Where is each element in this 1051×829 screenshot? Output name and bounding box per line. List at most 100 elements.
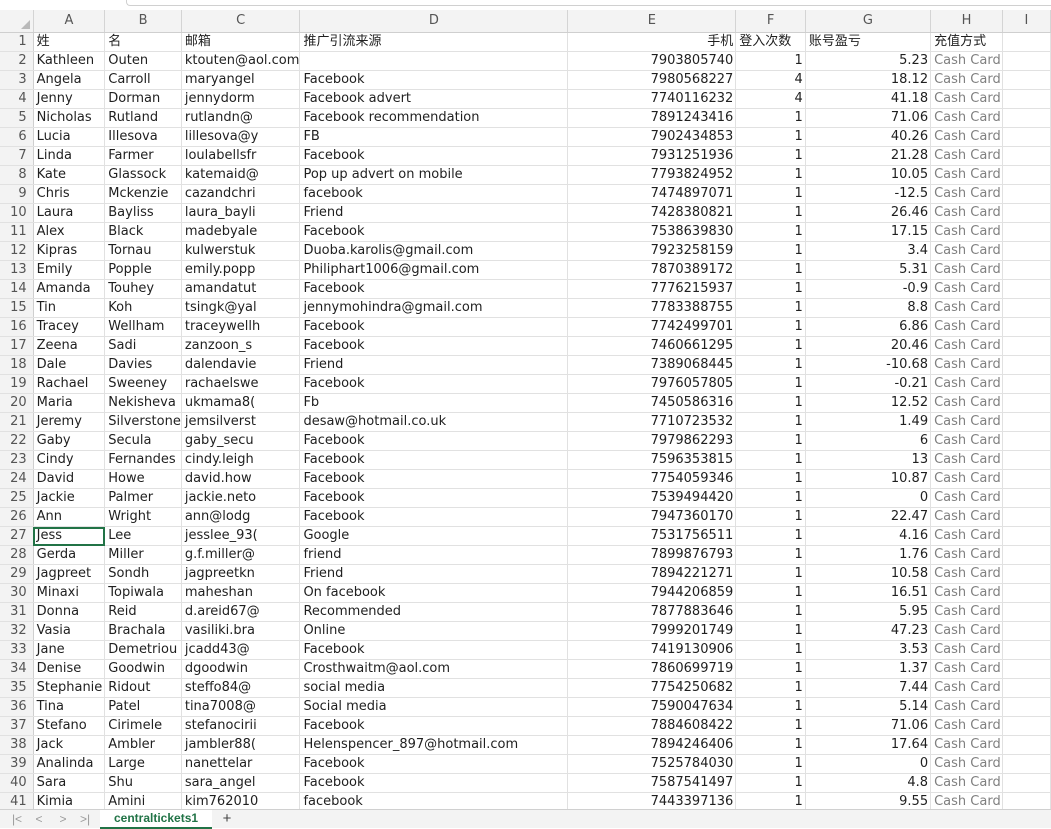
cell-b37[interactable]: Cirimele xyxy=(104,716,182,736)
cell-a18[interactable]: Dale xyxy=(33,355,106,375)
cell-a21[interactable]: Jeremy xyxy=(33,412,106,432)
cell-i34[interactable] xyxy=(1002,659,1051,679)
cell-g5[interactable]: 71.06 xyxy=(805,108,932,128)
cell-a30[interactable]: Minaxi xyxy=(33,583,106,603)
cell-c6[interactable]: lillesova@y xyxy=(181,127,301,147)
cell-d3[interactable]: Facebook xyxy=(299,70,569,90)
cell-c17[interactable]: zanzoon_s xyxy=(181,336,301,356)
next-sheet-icon[interactable]: > xyxy=(54,811,72,827)
cell-e33[interactable]: 7419130906 xyxy=(567,640,737,660)
cell-c27[interactable]: jesslee_93( xyxy=(181,526,301,546)
cell-i9[interactable] xyxy=(1002,184,1051,204)
column-header-f[interactable]: F xyxy=(735,10,806,33)
cell-e4[interactable]: 7740116232 xyxy=(567,89,737,109)
cell-b9[interactable]: Mckenzie xyxy=(104,184,182,204)
row-header[interactable]: 29 xyxy=(0,564,34,584)
cell-a19[interactable]: Rachael xyxy=(33,374,106,394)
cell-h19[interactable]: Cash Card xyxy=(930,374,1003,394)
cell-i5[interactable] xyxy=(1002,108,1051,128)
column-header-c[interactable]: C xyxy=(181,10,301,33)
row-header[interactable]: 33 xyxy=(0,640,34,660)
row-header[interactable]: 37 xyxy=(0,716,34,736)
row-header[interactable]: 12 xyxy=(0,241,34,261)
cell-c35[interactable]: steffo84@ xyxy=(181,678,301,698)
cell-f29[interactable]: 1 xyxy=(735,564,806,584)
cell-f27[interactable]: 1 xyxy=(735,526,806,546)
row-header[interactable]: 39 xyxy=(0,754,34,774)
cell-h27[interactable]: Cash Card xyxy=(930,526,1003,546)
row-header[interactable]: 27 xyxy=(0,526,34,546)
row-header[interactable]: 25 xyxy=(0,488,34,508)
cell-g19[interactable]: -0.21 xyxy=(805,374,932,394)
row-header[interactable]: 13 xyxy=(0,260,34,280)
cell-h2[interactable]: Cash Card xyxy=(930,51,1003,71)
cell-a14[interactable]: Amanda xyxy=(33,279,106,299)
cell-d17[interactable]: Facebook xyxy=(299,336,569,356)
cell-h14[interactable]: Cash Card xyxy=(930,279,1003,299)
cell-a27[interactable]: Jess xyxy=(33,526,106,546)
row-header[interactable]: 30 xyxy=(0,583,34,603)
cell-i36[interactable] xyxy=(1002,697,1051,717)
cell-i8[interactable] xyxy=(1002,165,1051,185)
cell-a35[interactable]: Stephanie xyxy=(33,678,106,698)
cell-d18[interactable]: Friend xyxy=(299,355,569,375)
cell-i26[interactable] xyxy=(1002,507,1051,527)
cell-i16[interactable] xyxy=(1002,317,1051,337)
column-header-g[interactable]: G xyxy=(805,10,932,33)
cell-e7[interactable]: 7931251936 xyxy=(567,146,737,166)
cell-f21[interactable]: 1 xyxy=(735,412,806,432)
cell-e24[interactable]: 7754059346 xyxy=(567,469,737,489)
cell-d31[interactable]: Recommended xyxy=(299,602,569,622)
cell-f12[interactable]: 1 xyxy=(735,241,806,261)
cell-h24[interactable]: Cash Card xyxy=(930,469,1003,489)
cell-d35[interactable]: social media xyxy=(299,678,569,698)
cell-a15[interactable]: Tin xyxy=(33,298,106,318)
cell-b26[interactable]: Wright xyxy=(104,507,182,527)
cell-g23[interactable]: 13 xyxy=(805,450,932,470)
cell-d29[interactable]: Friend xyxy=(299,564,569,584)
row-header[interactable]: 4 xyxy=(0,89,34,109)
cell-e19[interactable]: 7976057805 xyxy=(567,374,737,394)
column-header-b[interactable]: B xyxy=(104,10,182,33)
cell-a22[interactable]: Gaby xyxy=(33,431,106,451)
cell-b13[interactable]: Popple xyxy=(104,260,182,280)
cell-a32[interactable]: Vasia xyxy=(33,621,106,641)
cell-e17[interactable]: 7460661295 xyxy=(567,336,737,356)
cell-b33[interactable]: Demetriou xyxy=(104,640,182,660)
row-header[interactable]: 31 xyxy=(0,602,34,622)
cell-b34[interactable]: Goodwin xyxy=(104,659,182,679)
cell-c32[interactable]: vasiliki.bra xyxy=(181,621,301,641)
cell-g27[interactable]: 4.16 xyxy=(805,526,932,546)
cell-c33[interactable]: jcadd43@ xyxy=(181,640,301,660)
cell-a24[interactable]: David xyxy=(33,469,106,489)
cell-g13[interactable]: 5.31 xyxy=(805,260,932,280)
cell-b20[interactable]: Nekisheva xyxy=(104,393,182,413)
cell-c12[interactable]: kulwerstuk xyxy=(181,241,301,261)
cell-h12[interactable]: Cash Card xyxy=(930,241,1003,261)
cell-h10[interactable]: Cash Card xyxy=(930,203,1003,223)
row-header[interactable]: 18 xyxy=(0,355,34,375)
cell-b23[interactable]: Fernandes xyxy=(104,450,182,470)
cell-a38[interactable]: Jack xyxy=(33,735,106,755)
cell-a12[interactable]: Kipras xyxy=(33,241,106,261)
column-header-d[interactable]: D xyxy=(299,10,569,33)
cell-b1[interactable]: 名 xyxy=(104,32,182,52)
cell-e26[interactable]: 7947360170 xyxy=(567,507,737,527)
cell-g18[interactable]: -10.68 xyxy=(805,355,932,375)
cell-d27[interactable]: Google xyxy=(299,526,569,546)
cell-b24[interactable]: Howe xyxy=(104,469,182,489)
row-header[interactable]: 10 xyxy=(0,203,34,223)
cell-i18[interactable] xyxy=(1002,355,1051,375)
cell-i21[interactable] xyxy=(1002,412,1051,432)
cell-g6[interactable]: 40.26 xyxy=(805,127,932,147)
cell-h20[interactable]: Cash Card xyxy=(930,393,1003,413)
cell-e37[interactable]: 7884608422 xyxy=(567,716,737,736)
cell-f17[interactable]: 1 xyxy=(735,336,806,356)
cell-a37[interactable]: Stefano xyxy=(33,716,106,736)
add-sheet-icon[interactable]: + xyxy=(218,810,236,827)
cell-b31[interactable]: Reid xyxy=(104,602,182,622)
cell-d8[interactable]: Pop up advert on mobile xyxy=(299,165,569,185)
cell-d6[interactable]: FB xyxy=(299,127,569,147)
cell-d4[interactable]: Facebook advert xyxy=(299,89,569,109)
cell-g12[interactable]: 3.4 xyxy=(805,241,932,261)
